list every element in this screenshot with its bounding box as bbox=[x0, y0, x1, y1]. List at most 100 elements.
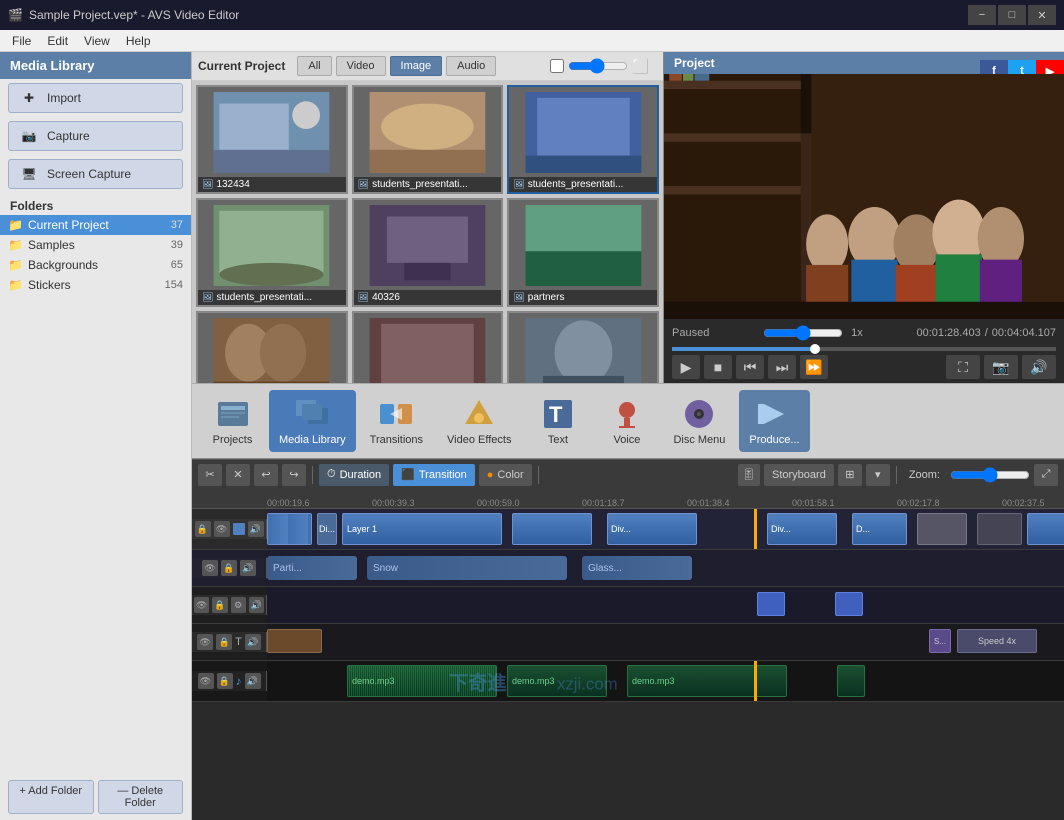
progress-thumb[interactable] bbox=[810, 344, 820, 354]
delete-button[interactable]: ✕ bbox=[226, 464, 250, 486]
media-thumb-3[interactable]: 🖼 students_presentati... bbox=[196, 198, 348, 307]
menu-file[interactable]: File bbox=[4, 32, 39, 50]
audio-track-content[interactable]: demo.mp3 demo.mp3 下奇進xzji.com demo.mp3 bbox=[267, 661, 1064, 701]
trans-clip-parti[interactable]: Parti... bbox=[267, 556, 357, 580]
text-track-content[interactable]: S... Speed 4x bbox=[267, 624, 1064, 660]
audio-clip-4[interactable] bbox=[837, 665, 865, 697]
audio-clip-1[interactable]: demo.mp3 bbox=[347, 665, 497, 697]
overlay1-lock[interactable]: 🔒 bbox=[212, 597, 227, 613]
toolbar-text[interactable]: T Text bbox=[525, 390, 590, 452]
snapshot-button[interactable]: 📷 bbox=[984, 355, 1018, 379]
toolbar-transitions[interactable]: Transitions bbox=[360, 390, 433, 452]
audio-track-eye[interactable]: 👁 bbox=[198, 673, 214, 689]
scissors-button[interactable]: ✂ bbox=[198, 464, 222, 486]
transition-track-content[interactable]: Parti... Snow Glass... bbox=[267, 550, 1064, 586]
trans-clip-snow[interactable]: Snow bbox=[367, 556, 567, 580]
overlay1-eye[interactable]: 👁 bbox=[194, 597, 209, 613]
screen-capture-button[interactable]: 🖥 Screen Capture bbox=[8, 159, 183, 189]
timeline[interactable]: 00:00:19.6 00:00:39.3 00:00:59.0 00:01:1… bbox=[192, 489, 1064, 820]
fit-button[interactable]: ⤢ bbox=[1034, 464, 1058, 486]
prev-frame-button[interactable]: ⏮ bbox=[736, 355, 764, 379]
audio-track-mute[interactable]: 🔊 bbox=[245, 673, 261, 689]
folder-item-current-project[interactable]: 📁 Current Project 37 bbox=[0, 215, 191, 235]
view-options-button[interactable]: ▾ bbox=[866, 464, 890, 486]
video-clip-gray[interactable] bbox=[917, 513, 967, 545]
video-clip-0[interactable] bbox=[267, 513, 312, 545]
stop-button[interactable]: ■ bbox=[704, 355, 732, 379]
toolbar-produce[interactable]: Produce... bbox=[739, 390, 809, 452]
folder-item-backgrounds[interactable]: 📁 Backgrounds 65 bbox=[0, 255, 191, 275]
fullscreen-button[interactable]: ⛶ bbox=[946, 355, 980, 379]
video-track-content[interactable]: Di... Layer 1 Div... Div... D... bbox=[267, 509, 1064, 549]
timeline-view-button[interactable]: ⊞ bbox=[838, 464, 862, 486]
close-button[interactable]: ✕ bbox=[1028, 5, 1056, 25]
preview-progress-bar[interactable] bbox=[672, 347, 1056, 351]
text-clip-speed[interactable]: Speed 4x bbox=[957, 629, 1037, 653]
video-clip-d[interactable]: D... bbox=[852, 513, 907, 545]
overlay1-clip-1[interactable] bbox=[757, 592, 785, 616]
video-clip-3[interactable] bbox=[512, 513, 592, 545]
trans-clip-glass[interactable]: Glass... bbox=[582, 556, 692, 580]
trans-track-mute[interactable]: 🔊 bbox=[240, 560, 256, 576]
media-thumb-4[interactable]: 🖼 40326 bbox=[352, 198, 504, 307]
trans-track-lock[interactable]: 🔒 bbox=[221, 560, 237, 576]
toolbar-media-library[interactable]: Media Library bbox=[269, 390, 356, 452]
folder-item-stickers[interactable]: 📁 Stickers 154 bbox=[0, 275, 191, 295]
forward-button[interactable]: ⏩ bbox=[800, 355, 828, 379]
undo-button[interactable]: ↩ bbox=[254, 464, 278, 486]
size-checkbox[interactable] bbox=[550, 59, 564, 73]
media-thumb-7[interactable]: 🖼 picture1 bbox=[352, 311, 504, 383]
menu-edit[interactable]: Edit bbox=[39, 32, 76, 50]
menu-view[interactable]: View bbox=[76, 32, 118, 50]
tab-video[interactable]: Video bbox=[336, 56, 386, 76]
folder-item-samples[interactable]: 📁 Samples 39 bbox=[0, 235, 191, 255]
video-clip-thumb-1[interactable]: Di... bbox=[317, 513, 337, 545]
trans-track-eye[interactable]: 👁 bbox=[202, 560, 218, 576]
delete-folder-button[interactable]: — Delete Folder bbox=[98, 780, 184, 814]
toolbar-projects[interactable]: Projects bbox=[200, 390, 265, 452]
toolbar-video-effects[interactable]: Video Effects bbox=[437, 390, 521, 452]
overlay1-track-btn[interactable]: ⚙ bbox=[231, 597, 246, 613]
storyboard-button[interactable]: Storyboard bbox=[764, 464, 834, 486]
toolbar-disc-menu[interactable]: Disc Menu bbox=[663, 390, 735, 452]
text-track-lock[interactable]: 🔒 bbox=[216, 634, 232, 650]
track-eye-btn[interactable]: 👁 bbox=[214, 521, 230, 537]
zoom-slider[interactable] bbox=[950, 467, 1030, 483]
video-clip-div1[interactable]: Div... bbox=[607, 513, 697, 545]
video-clip-layer1[interactable]: Layer 1 bbox=[342, 513, 502, 545]
media-thumb-5[interactable]: 🖼 partners bbox=[507, 198, 659, 307]
capture-button[interactable]: 📷 Capture bbox=[8, 121, 183, 151]
media-thumb-6[interactable]: 🖼 men with book bbox=[196, 311, 348, 383]
size-range-input[interactable] bbox=[568, 58, 628, 74]
video-clip-gray2[interactable] bbox=[977, 513, 1022, 545]
add-folder-button[interactable]: + Add Folder bbox=[8, 780, 94, 814]
overlay1-audio[interactable]: 🔊 bbox=[249, 597, 264, 613]
media-thumb-1[interactable]: 🖼 students_presentati... bbox=[352, 85, 504, 194]
color-button[interactable]: ● Color bbox=[479, 464, 532, 486]
minimize-button[interactable]: − bbox=[968, 5, 996, 25]
track-audio-btn[interactable]: 🔊 bbox=[248, 521, 264, 537]
import-button[interactable]: ✚ Import bbox=[8, 83, 183, 113]
media-thumb-0[interactable]: 🖼 132434 bbox=[196, 85, 348, 194]
audio-track-lock[interactable]: 🔒 bbox=[217, 673, 233, 689]
media-thumb-2[interactable]: 🖼 students_presentati... bbox=[507, 85, 659, 194]
toolbar-voice[interactable]: Voice bbox=[594, 390, 659, 452]
text-clip-1[interactable] bbox=[267, 629, 322, 653]
maximize-button[interactable]: □ bbox=[998, 5, 1026, 25]
volume-button[interactable]: 🔊 bbox=[1022, 355, 1056, 379]
video-clip-4[interactable] bbox=[1027, 513, 1064, 545]
audio-clip-2[interactable]: demo.mp3 bbox=[507, 665, 607, 697]
overlay1-content[interactable] bbox=[267, 587, 1064, 623]
audio-mixer-button[interactable]: 🎚 bbox=[738, 464, 760, 486]
redo-button[interactable]: ↪ bbox=[282, 464, 306, 486]
transition-button[interactable]: ⬛ Transition bbox=[393, 464, 475, 486]
tab-audio[interactable]: Audio bbox=[446, 56, 496, 76]
overlay1-clip-2[interactable] bbox=[835, 592, 863, 616]
menu-help[interactable]: Help bbox=[118, 32, 159, 50]
duration-button[interactable]: ⏱ Duration bbox=[319, 464, 389, 486]
text-clip-s[interactable]: S... bbox=[929, 629, 951, 653]
video-clip-div2[interactable]: Div... bbox=[767, 513, 837, 545]
play-button[interactable]: ▶ bbox=[672, 355, 700, 379]
track-lock-btn[interactable]: 🔒 bbox=[195, 521, 211, 537]
media-thumb-8[interactable]: 🖼 teacher bbox=[507, 311, 659, 383]
